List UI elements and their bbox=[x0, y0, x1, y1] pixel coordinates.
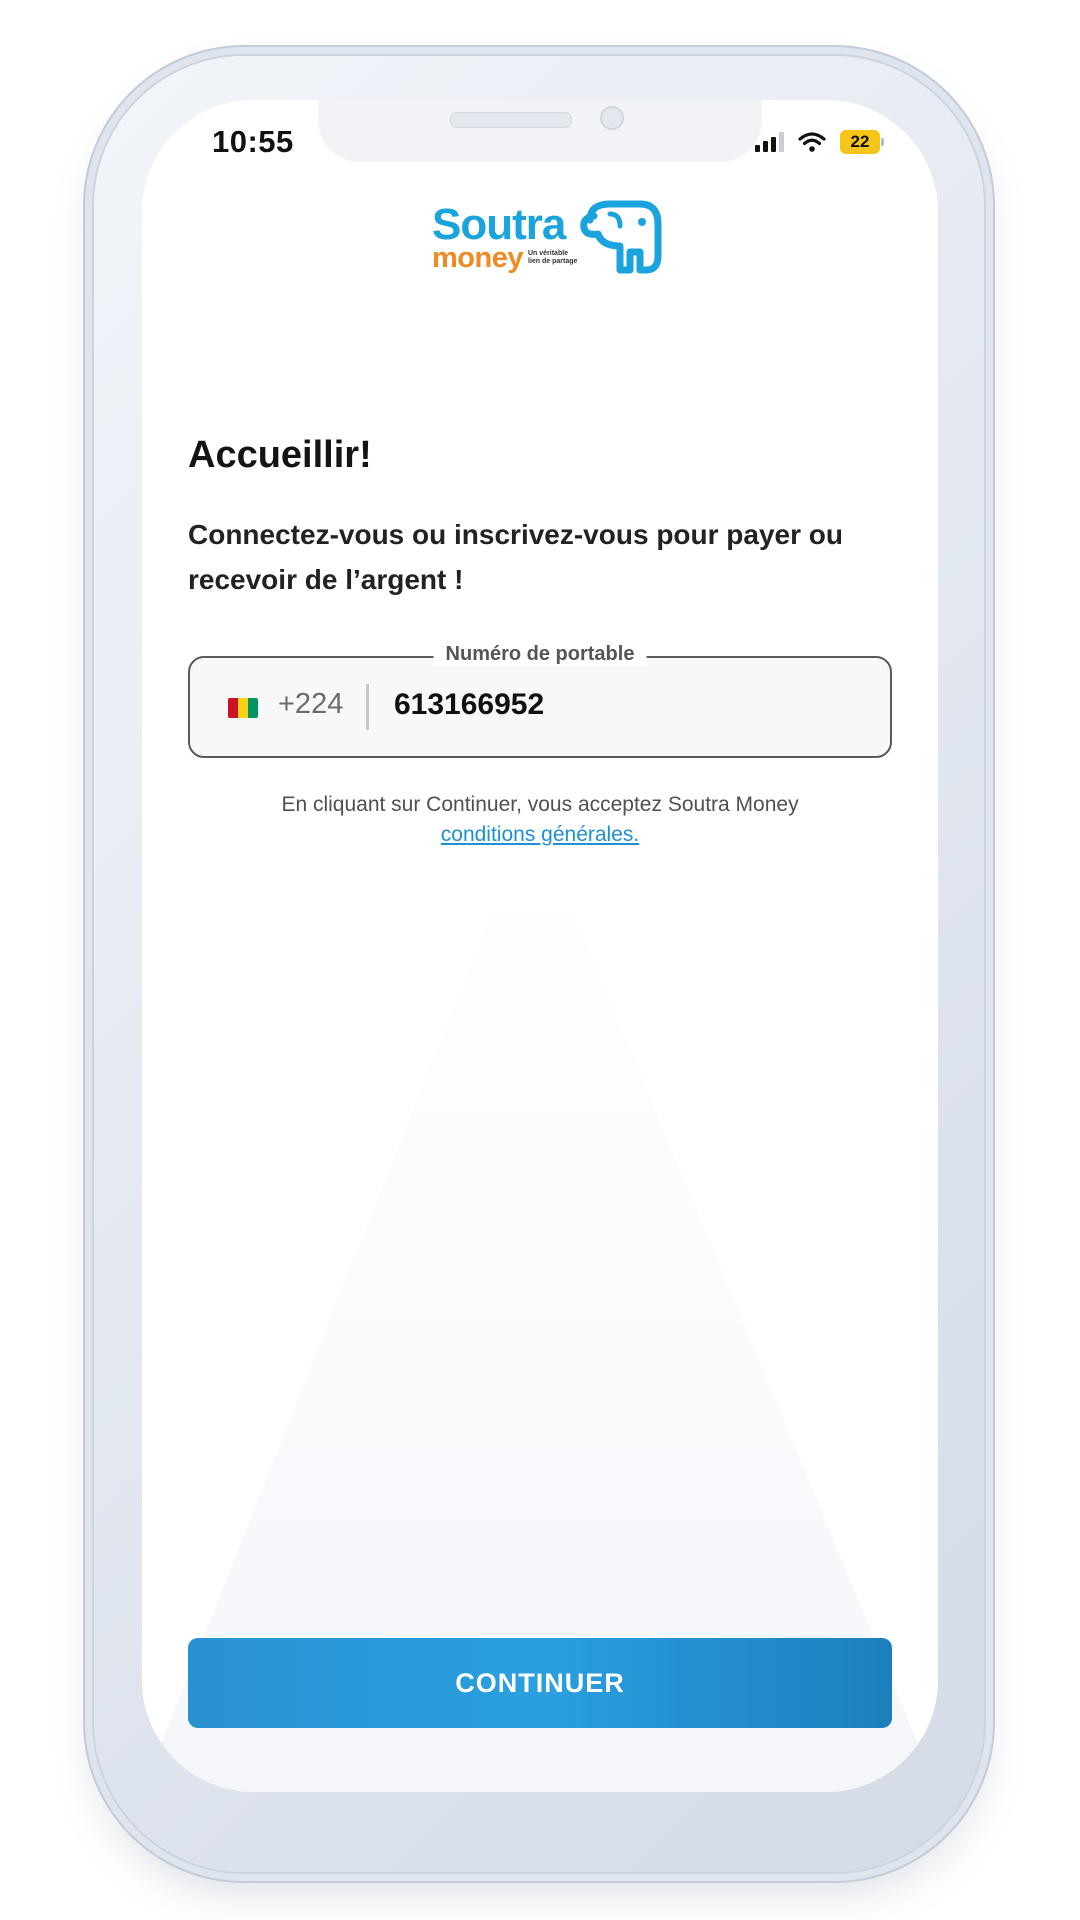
logo-money-text: money bbox=[432, 242, 523, 274]
phone-number-input[interactable] bbox=[394, 688, 854, 722]
power-button bbox=[984, 458, 993, 693]
continue-button[interactable]: CONTINUER bbox=[188, 1638, 892, 1728]
page-subtitle: Connectez-vous ou inscrivez-vous pour pa… bbox=[188, 519, 844, 595]
notch bbox=[318, 100, 762, 162]
status-icons: 22 bbox=[755, 130, 884, 154]
phone-field-label: Numéro de portable bbox=[433, 643, 647, 666]
terms-link[interactable]: conditions générales. bbox=[441, 823, 639, 846]
status-time: 10:55 bbox=[212, 124, 294, 159]
cellular-signal-icon bbox=[755, 132, 784, 152]
country-code[interactable]: +224 bbox=[278, 688, 343, 721]
speaker-grille bbox=[450, 112, 572, 128]
front-camera bbox=[600, 106, 624, 130]
guinea-flag-icon[interactable] bbox=[228, 698, 258, 718]
elephant-icon bbox=[580, 200, 662, 274]
device-mockup: 10:55 22 Soutra money Un véritable lien … bbox=[0, 0, 1080, 1920]
logo-tagline: Un véritable lien de partage bbox=[528, 250, 578, 265]
app-screen: 10:55 22 Soutra money Un véritable lien … bbox=[142, 100, 938, 1792]
battery-icon: 22 bbox=[840, 130, 884, 154]
battery-level: 22 bbox=[840, 130, 880, 154]
soutra-money-logo: Soutra money Un véritable lien de partag… bbox=[432, 200, 662, 290]
terms-notice: En cliquant sur Continuer, vous acceptez… bbox=[188, 790, 892, 850]
terms-text: En cliquant sur Continuer, vous acceptez… bbox=[281, 793, 799, 816]
phone-number-field[interactable]: Numéro de portable +224 bbox=[188, 643, 892, 758]
page-title: Accueillir! bbox=[188, 434, 372, 476]
wifi-icon bbox=[798, 132, 826, 152]
field-divider bbox=[366, 684, 369, 730]
